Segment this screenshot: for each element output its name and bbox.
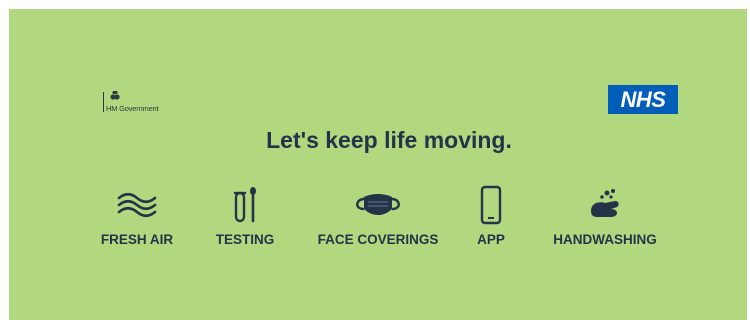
- logo-divider: [103, 92, 104, 112]
- item-label: HANDWASHING: [553, 232, 657, 247]
- air-waves-icon: [117, 192, 157, 218]
- smartphone-icon: [480, 185, 502, 225]
- item-label: APP: [477, 232, 505, 247]
- item-fresh-air: FRESH AIR: [97, 182, 177, 247]
- face-mask-icon: [356, 194, 400, 215]
- test-tube-swab-icon: [234, 187, 256, 223]
- item-testing: TESTING: [205, 182, 285, 247]
- item-label: FACE COVERINGS: [317, 232, 439, 247]
- royal-crest-icon: [110, 91, 120, 100]
- nhs-logo: NHS: [608, 85, 678, 114]
- soapy-hands-icon: [591, 189, 619, 217]
- item-face-coverings: FACE COVERINGS: [303, 182, 453, 247]
- item-handwashing: HANDWASHING: [535, 182, 675, 247]
- hm-government-logo: HM Government: [103, 90, 159, 113]
- campaign-banner: HM Government NHS Let's keep life moving…: [9, 9, 747, 320]
- item-label: TESTING: [215, 232, 275, 247]
- item-label: FRESH AIR: [100, 232, 174, 247]
- item-app: APP: [466, 182, 516, 247]
- hm-government-text: HM Government: [106, 104, 159, 113]
- headline: Let's keep life moving.: [266, 127, 512, 153]
